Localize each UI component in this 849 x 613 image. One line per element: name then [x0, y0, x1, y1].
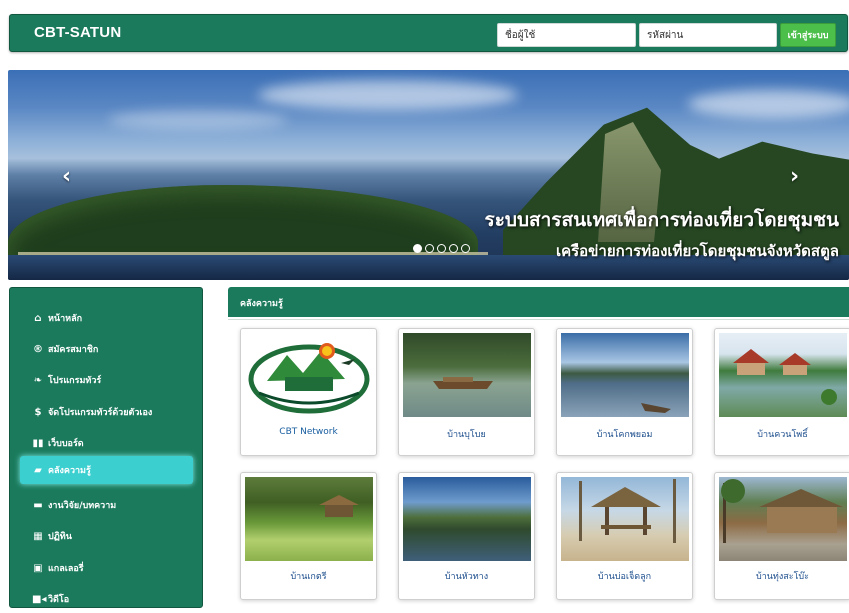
- knowledge-card-ban-bo-chet-luk[interactable]: บ้านบ่อเจ็ดลูก: [556, 472, 693, 600]
- sidebar-item-label: วิดีโอ: [48, 595, 70, 605]
- sidebar-item-calendar[interactable]: ▦ ปฏิทิน: [20, 522, 193, 550]
- beach-hut-image: [579, 479, 676, 543]
- sidebar-item-dollar[interactable]: $ จัดโปรแกรมทัวร์ด้วยตัวเอง: [20, 398, 193, 426]
- rice-field-image: [319, 495, 359, 517]
- sidebar-item-label: เว็บบอร์ด: [48, 439, 84, 449]
- dollar-icon: $: [34, 406, 42, 418]
- cloud-shape: [108, 110, 288, 130]
- knowledge-card-ban-bubo[interactable]: บ้านบุโบย: [398, 328, 535, 456]
- boat-image: [433, 377, 493, 389]
- card-title: บ้านบ่อเจ็ดลูก: [597, 572, 652, 582]
- sidebar-item-label: จัดโปรแกรมทัวร์ด้วยตัวเอง: [48, 408, 153, 418]
- knowledge-card-ban-hua-thang[interactable]: บ้านหัวทาง: [398, 472, 535, 600]
- carousel-subtitle: เครือข่ายการท่องเที่ยวโดยชุมชนจังหวัดสตู…: [555, 242, 839, 260]
- card-title: บ้านหัวทาง: [444, 572, 489, 582]
- card-image: [561, 477, 689, 561]
- sidebar-item-leaf[interactable]: ❧ โปรแกรมทัวร์: [20, 366, 193, 394]
- knowledge-card-cbt-network[interactable]: CBT Network: [240, 328, 377, 456]
- calendar-icon: ▦: [33, 530, 43, 542]
- top-navbar: CBT-SATUN เข้าสู่ระบบ: [9, 14, 848, 52]
- cbt-logo-image: [245, 333, 373, 417]
- sidebar-item-book[interactable]: ▰ คลังความรู้: [20, 456, 193, 484]
- carousel-indicator-dot[interactable]: [461, 244, 470, 253]
- knowledge-card-ban-ket-ri[interactable]: บ้านเกตรี: [240, 472, 377, 600]
- stilt-house-image: [721, 479, 843, 543]
- card-image: [561, 333, 689, 417]
- cloud-shape: [258, 80, 518, 110]
- cbt-logo-icon: [248, 343, 370, 414]
- knowledge-card-ban-khok-phayom[interactable]: บ้านโคกพยอม: [556, 328, 693, 456]
- hero-carousel: ‹ › ระบบสารสนเทศเพื่อการท่องเที่ยวโดยชุม…: [8, 70, 849, 280]
- panel-divider: [228, 319, 849, 320]
- panel-title: คลังความรู้: [228, 287, 849, 317]
- leaf-icon: ❧: [33, 374, 43, 386]
- cloud-shape: [688, 90, 849, 118]
- picture-icon: ▣: [33, 562, 43, 574]
- sidebar-item-label: หน้าหลัก: [48, 314, 83, 324]
- resort-image: [733, 349, 837, 405]
- carousel-indicator-dot[interactable]: [449, 244, 458, 253]
- card-title: บ้านทุ่งสะโบ๊ะ: [756, 572, 809, 582]
- video-icon: ■◂: [32, 593, 47, 605]
- carousel-indicators: [413, 244, 470, 253]
- book-icon: ▰: [34, 464, 42, 476]
- knowledge-card-ban-khuan-pho[interactable]: บ้านควนโพธิ์: [714, 328, 849, 456]
- carousel-indicator-dot[interactable]: [437, 244, 446, 253]
- card-image: [719, 477, 847, 561]
- lake-boat-image: [641, 403, 671, 413]
- sidebar-item-home[interactable]: ⌂ หน้าหลัก: [20, 304, 193, 332]
- island-left: [8, 185, 478, 260]
- register-icon: ®: [33, 343, 43, 355]
- card-image: [403, 477, 531, 561]
- sidebar-item-label: สมัครสมาชิก: [48, 345, 99, 355]
- sidebar-item-label: คลังความรู้: [48, 466, 91, 476]
- sidebar-item-board[interactable]: ▮▮ เว็บบอร์ด: [20, 429, 193, 457]
- board-icon: ▮▮: [32, 437, 44, 449]
- card-title: บ้านควนโพธิ์: [757, 430, 808, 440]
- sidebar-item-label: แกลเลอรี่: [48, 564, 84, 574]
- card-image: [403, 333, 531, 417]
- sidebar-menu: ⌂ หน้าหลัก ® สมัครสมาชิก ❧ โปรแกรมทัวร์ $ จัดโป…: [9, 287, 203, 608]
- username-input[interactable]: [497, 23, 636, 47]
- sidebar-item-register[interactable]: ® สมัครสมาชิก: [20, 335, 193, 363]
- card-image: [719, 333, 847, 417]
- card-title: บ้านโคกพยอม: [596, 430, 653, 440]
- card-title: บ้านบุโบย: [447, 430, 486, 440]
- password-input[interactable]: [639, 23, 777, 47]
- card-image: [245, 477, 373, 561]
- carousel-indicator-dot[interactable]: [413, 244, 422, 253]
- sidebar-item-label: ปฏิทิน: [48, 532, 72, 542]
- home-icon: ⌂: [34, 312, 42, 324]
- brand-title[interactable]: CBT-SATUN: [34, 24, 121, 41]
- knowledge-card-ban-thung-sabo[interactable]: บ้านทุ่งสะโบ๊ะ: [714, 472, 849, 600]
- card-title: บ้านเกตรี: [290, 572, 327, 582]
- sidebar-item-label: โปรแกรมทัวร์: [48, 376, 102, 386]
- carousel-indicator-dot[interactable]: [425, 244, 434, 253]
- sidebar-item-label: งานวิจัย/บทความ: [48, 501, 117, 511]
- chevron-right-icon[interactable]: ›: [790, 164, 799, 189]
- card-title: CBT Network: [279, 427, 338, 437]
- sidebar-item-folder[interactable]: ▬ งานวิจัย/บทความ: [20, 491, 193, 519]
- sidebar-item-video[interactable]: ■◂ วิดีโอ: [20, 585, 193, 613]
- folder-icon: ▬: [33, 499, 43, 511]
- sidebar-item-picture[interactable]: ▣ แกลเลอรี่: [20, 554, 193, 582]
- chevron-left-icon[interactable]: ‹: [62, 164, 71, 189]
- carousel-title: ระบบสารสนเทศเพื่อการท่องเที่ยวโดยชุมชน: [484, 209, 840, 231]
- login-button[interactable]: เข้าสู่ระบบ: [780, 23, 836, 47]
